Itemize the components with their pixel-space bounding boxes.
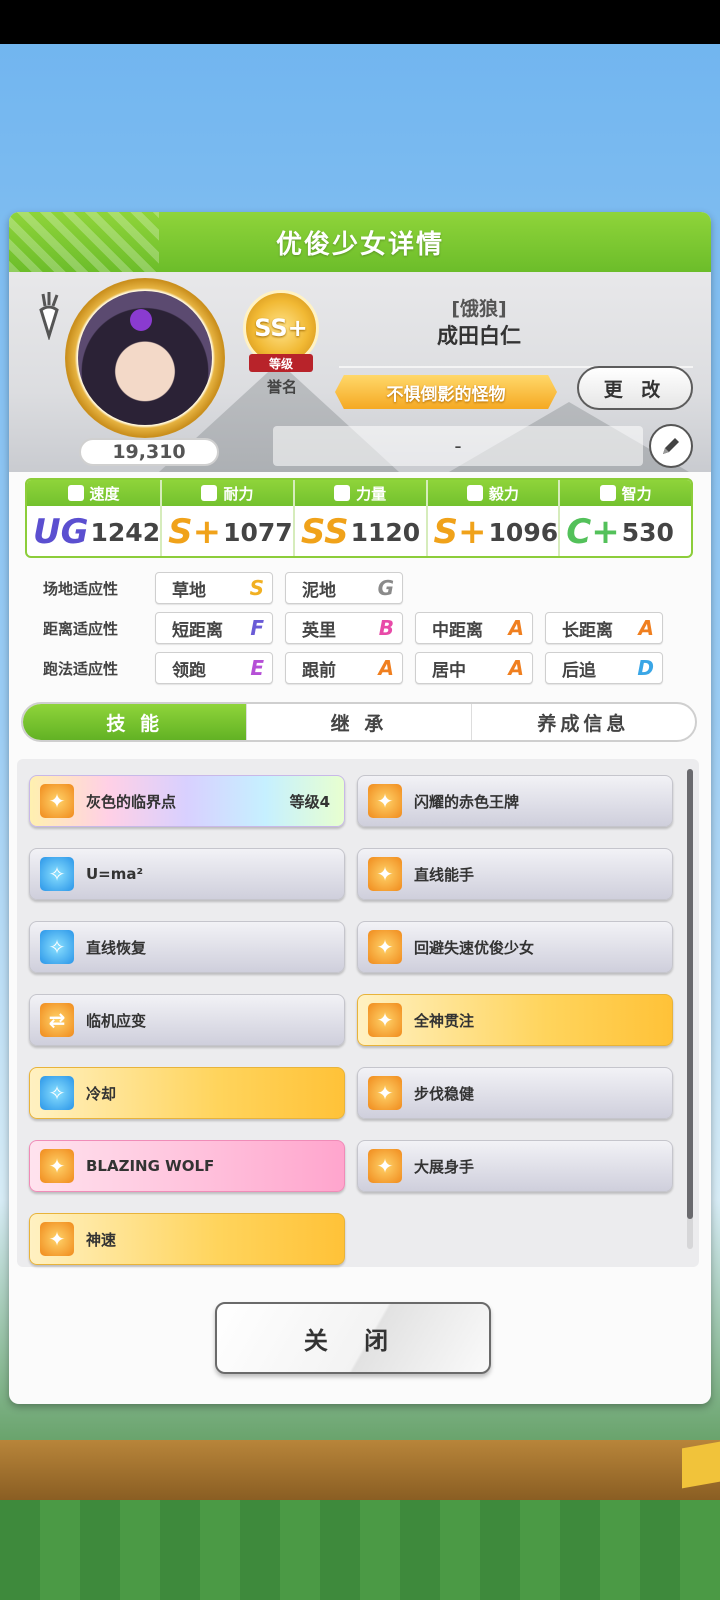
stat-grade: SS bbox=[300, 512, 349, 552]
aptitude-late-surger: 居中 A bbox=[415, 652, 533, 684]
skill-item[interactable]: ✦ BLAZING WOLF bbox=[29, 1140, 345, 1192]
stat-label: 耐力 bbox=[223, 484, 254, 503]
profile-section: 19,310 SS+ 等级 誉名 [饿狼] 成田白仁 不惧倒影的怪物 更 改 - bbox=[9, 272, 711, 472]
edit-comment-button[interactable] bbox=[649, 424, 693, 468]
speed-icon: ✦ bbox=[40, 1222, 74, 1256]
aptitude-turf: 草地 S bbox=[155, 572, 273, 604]
aptitude-front-runner: 领跑 E bbox=[155, 652, 273, 684]
stat-value: 530 bbox=[621, 517, 674, 547]
stat-value: 1120 bbox=[350, 517, 421, 547]
shoe-icon bbox=[67, 485, 84, 501]
stat-label: 速度 bbox=[89, 484, 120, 503]
skill-item[interactable]: ✦ 闪耀的赤色王牌 bbox=[357, 775, 673, 827]
speed-icon: ✦ bbox=[368, 1076, 402, 1110]
skill-item[interactable]: ✧ 直线恢复 bbox=[29, 921, 345, 973]
speed-icon: ✦ bbox=[368, 784, 402, 818]
speed-icon: ✦ bbox=[368, 1149, 402, 1183]
background-rail bbox=[0, 1440, 720, 1500]
close-button[interactable]: 关 闭 bbox=[215, 1302, 491, 1374]
aptitude-dirt: 泥地 G bbox=[285, 572, 403, 604]
aptitude-label: 跑法适应性 bbox=[43, 659, 119, 678]
umamusume-detail-panel: 优俊少女详情 19,310 SS+ 等级 誉名 [饿狼] 成田白仁 不惧倒影的怪… bbox=[9, 212, 711, 1404]
fan-count: 19,310 bbox=[79, 438, 219, 466]
stat-value: 1077 bbox=[223, 517, 293, 547]
skill-item[interactable]: ✦ 神速 bbox=[29, 1213, 345, 1265]
skill-item[interactable]: ✧ U=ma² bbox=[29, 848, 345, 900]
speed-icon: ✦ bbox=[40, 784, 74, 818]
tab-skills[interactable]: 技 能 bbox=[23, 704, 248, 740]
speed-icon: ✦ bbox=[368, 1003, 402, 1037]
lane-icon: ⇄ bbox=[40, 1003, 74, 1037]
stat-grade: C+ bbox=[566, 512, 620, 552]
skill-list[interactable]: ✦ 灰色的临界点 等级4 ✦ 闪耀的赤色王牌 ✧ U=ma² ✦ 直线能手 ✧ … bbox=[17, 759, 699, 1267]
carrot-icon bbox=[39, 292, 59, 340]
stat-speed: 速度 UG 1242 bbox=[27, 480, 163, 556]
skill-item[interactable]: ✦ 回避失速优俊少女 bbox=[357, 921, 673, 973]
aptitude-pace-chaser: 跟前 A bbox=[285, 652, 403, 684]
comment-field: - bbox=[273, 426, 643, 466]
skill-item[interactable]: ✦ 全神贯注 bbox=[357, 994, 673, 1046]
panel-header: 优俊少女详情 bbox=[9, 212, 711, 272]
rank-label: 誉名 bbox=[266, 378, 297, 396]
stat-value: 1096 bbox=[488, 517, 559, 547]
stat-grade: UG bbox=[33, 512, 89, 552]
tab-training-info[interactable]: 养成信息 bbox=[472, 704, 695, 740]
recovery-icon: ✧ bbox=[40, 1076, 74, 1110]
stat-grade: S+ bbox=[168, 512, 222, 552]
speed-icon: ✦ bbox=[368, 857, 402, 891]
stat-label: 毅力 bbox=[488, 484, 519, 503]
epithet-tag: [饿狼] bbox=[451, 298, 507, 320]
speed-icon: ✦ bbox=[368, 930, 402, 964]
rank-ribbon: 等级 bbox=[249, 354, 313, 372]
stat-label: 力量 bbox=[356, 484, 387, 503]
skill-item[interactable]: ✦ 灰色的临界点 等级4 bbox=[29, 775, 345, 827]
skill-item[interactable]: ✦ 直线能手 bbox=[357, 848, 673, 900]
stat-guts: 毅力 S+ 1096 bbox=[427, 480, 561, 556]
pencil-icon bbox=[663, 438, 679, 454]
recovery-icon: ✧ bbox=[40, 930, 74, 964]
heart-icon bbox=[201, 485, 218, 501]
strategy-aptitude-row: 跑法适应性 领跑 E 跟前 A 居中 A 后追 D bbox=[25, 652, 675, 684]
character-portrait bbox=[78, 291, 212, 425]
skill-item[interactable]: ✦ 步伐稳健 bbox=[357, 1067, 673, 1119]
skill-item[interactable]: ✧ 冷却 bbox=[29, 1067, 345, 1119]
portrait-frame[interactable] bbox=[65, 278, 225, 438]
stat-wisdom: 智力 C+ 530 bbox=[560, 480, 691, 556]
stat-power: 力量 SS 1120 bbox=[294, 480, 428, 556]
change-title-button[interactable]: 更 改 bbox=[577, 366, 693, 410]
graduation-cap-icon bbox=[599, 485, 616, 501]
speed-icon: ✦ bbox=[40, 1149, 74, 1183]
aptitude-sprint: 短距离 F bbox=[155, 612, 273, 644]
tab-inheritance[interactable]: 继 承 bbox=[247, 704, 472, 740]
distance-aptitude-row: 距离适应性 短距离 F 英里 B 中距离 A 长距离 A bbox=[25, 612, 675, 644]
stat-value: 1242 bbox=[90, 517, 161, 547]
aptitude-end-closer: 后追 D bbox=[545, 652, 663, 684]
aptitude-medium: 中距离 A bbox=[415, 612, 533, 644]
panel-title: 优俊少女详情 bbox=[275, 229, 444, 260]
background-flag bbox=[682, 1441, 720, 1489]
muscle-icon bbox=[334, 485, 351, 501]
title-banner: 不惧倒影的怪物 bbox=[335, 375, 557, 409]
aptitude-long: 长距离 A bbox=[545, 612, 663, 644]
recovery-icon: ✧ bbox=[40, 857, 74, 891]
aptitude-label: 场地适应性 bbox=[43, 579, 119, 598]
track-aptitude-row: 场地适应性 草地 S 泥地 G bbox=[25, 572, 415, 604]
skill-list-scrollbar[interactable] bbox=[687, 769, 693, 1249]
skill-item[interactable]: ✦ 大展身手 bbox=[357, 1140, 673, 1192]
aptitude-mile: 英里 B bbox=[285, 612, 403, 644]
status-bar bbox=[0, 0, 720, 44]
character-name: 成田白仁 bbox=[437, 324, 521, 348]
background-grass bbox=[0, 1500, 720, 1600]
stats-panel: 速度 UG 1242 耐力 S+ 1077 力量 SS 1120 毅力 S+ 1096 … bbox=[25, 478, 693, 558]
flame-icon bbox=[466, 485, 483, 501]
skill-item[interactable]: ⇄ 临机应变 bbox=[29, 994, 345, 1046]
aptitude-label: 距离适应性 bbox=[43, 619, 119, 638]
stat-stamina: 耐力 S+ 1077 bbox=[162, 480, 295, 556]
detail-tabs: 技 能 继 承 养成信息 bbox=[21, 702, 697, 742]
stat-grade: S+ bbox=[433, 512, 487, 552]
stat-label: 智力 bbox=[621, 484, 652, 503]
